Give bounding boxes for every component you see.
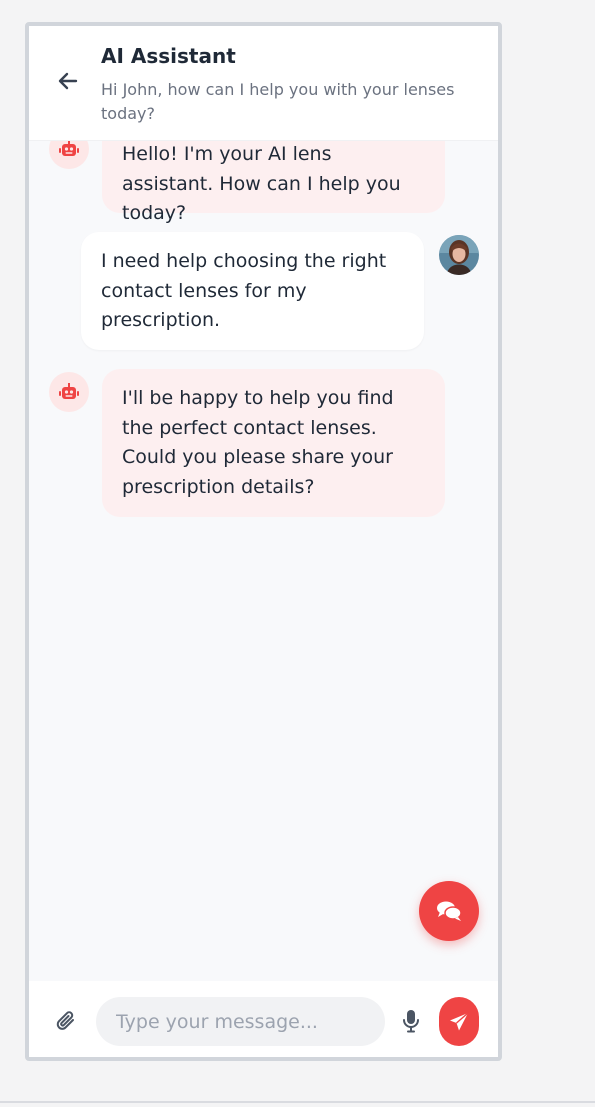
back-button[interactable] bbox=[53, 66, 83, 96]
user-avatar bbox=[439, 235, 479, 275]
message-text: I need help choosing the right contact l… bbox=[101, 250, 387, 331]
microphone-button[interactable] bbox=[402, 1009, 422, 1035]
page-subtitle: Hi John, how can I help you with your le… bbox=[101, 80, 455, 123]
bot-avatar bbox=[49, 372, 89, 412]
message-text: I'll be happy to help you find the perfe… bbox=[122, 387, 394, 498]
message-list[interactable]: Hello! I'm your AI lens assistant. How c… bbox=[29, 26, 498, 981]
chat-window: Hello! I'm your AI lens assistant. How c… bbox=[25, 22, 502, 1061]
chat-bubbles-icon bbox=[437, 901, 462, 921]
arrow-left-icon bbox=[58, 72, 78, 90]
page-divider bbox=[0, 1101, 595, 1103]
chat-header: AI Assistant Hi John, how can I help you… bbox=[29, 26, 498, 141]
message-bubble-user: I need help choosing the right contact l… bbox=[81, 232, 424, 350]
message-composer bbox=[29, 981, 498, 1057]
paper-plane-icon bbox=[450, 1011, 469, 1030]
chat-fab-button[interactable] bbox=[419, 881, 479, 941]
robot-icon bbox=[59, 383, 79, 399]
attach-button[interactable] bbox=[55, 1009, 79, 1035]
message-input[interactable] bbox=[96, 997, 385, 1046]
send-button[interactable] bbox=[439, 997, 479, 1046]
robot-icon bbox=[59, 140, 79, 156]
microphone-icon bbox=[403, 1010, 419, 1033]
message-bubble-bot: I'll be happy to help you find the perfe… bbox=[102, 369, 445, 517]
message-text: Hello! I'm your AI lens assistant. How c… bbox=[122, 143, 401, 224]
paperclip-icon bbox=[56, 1011, 74, 1030]
page-title: AI Assistant bbox=[101, 44, 236, 68]
